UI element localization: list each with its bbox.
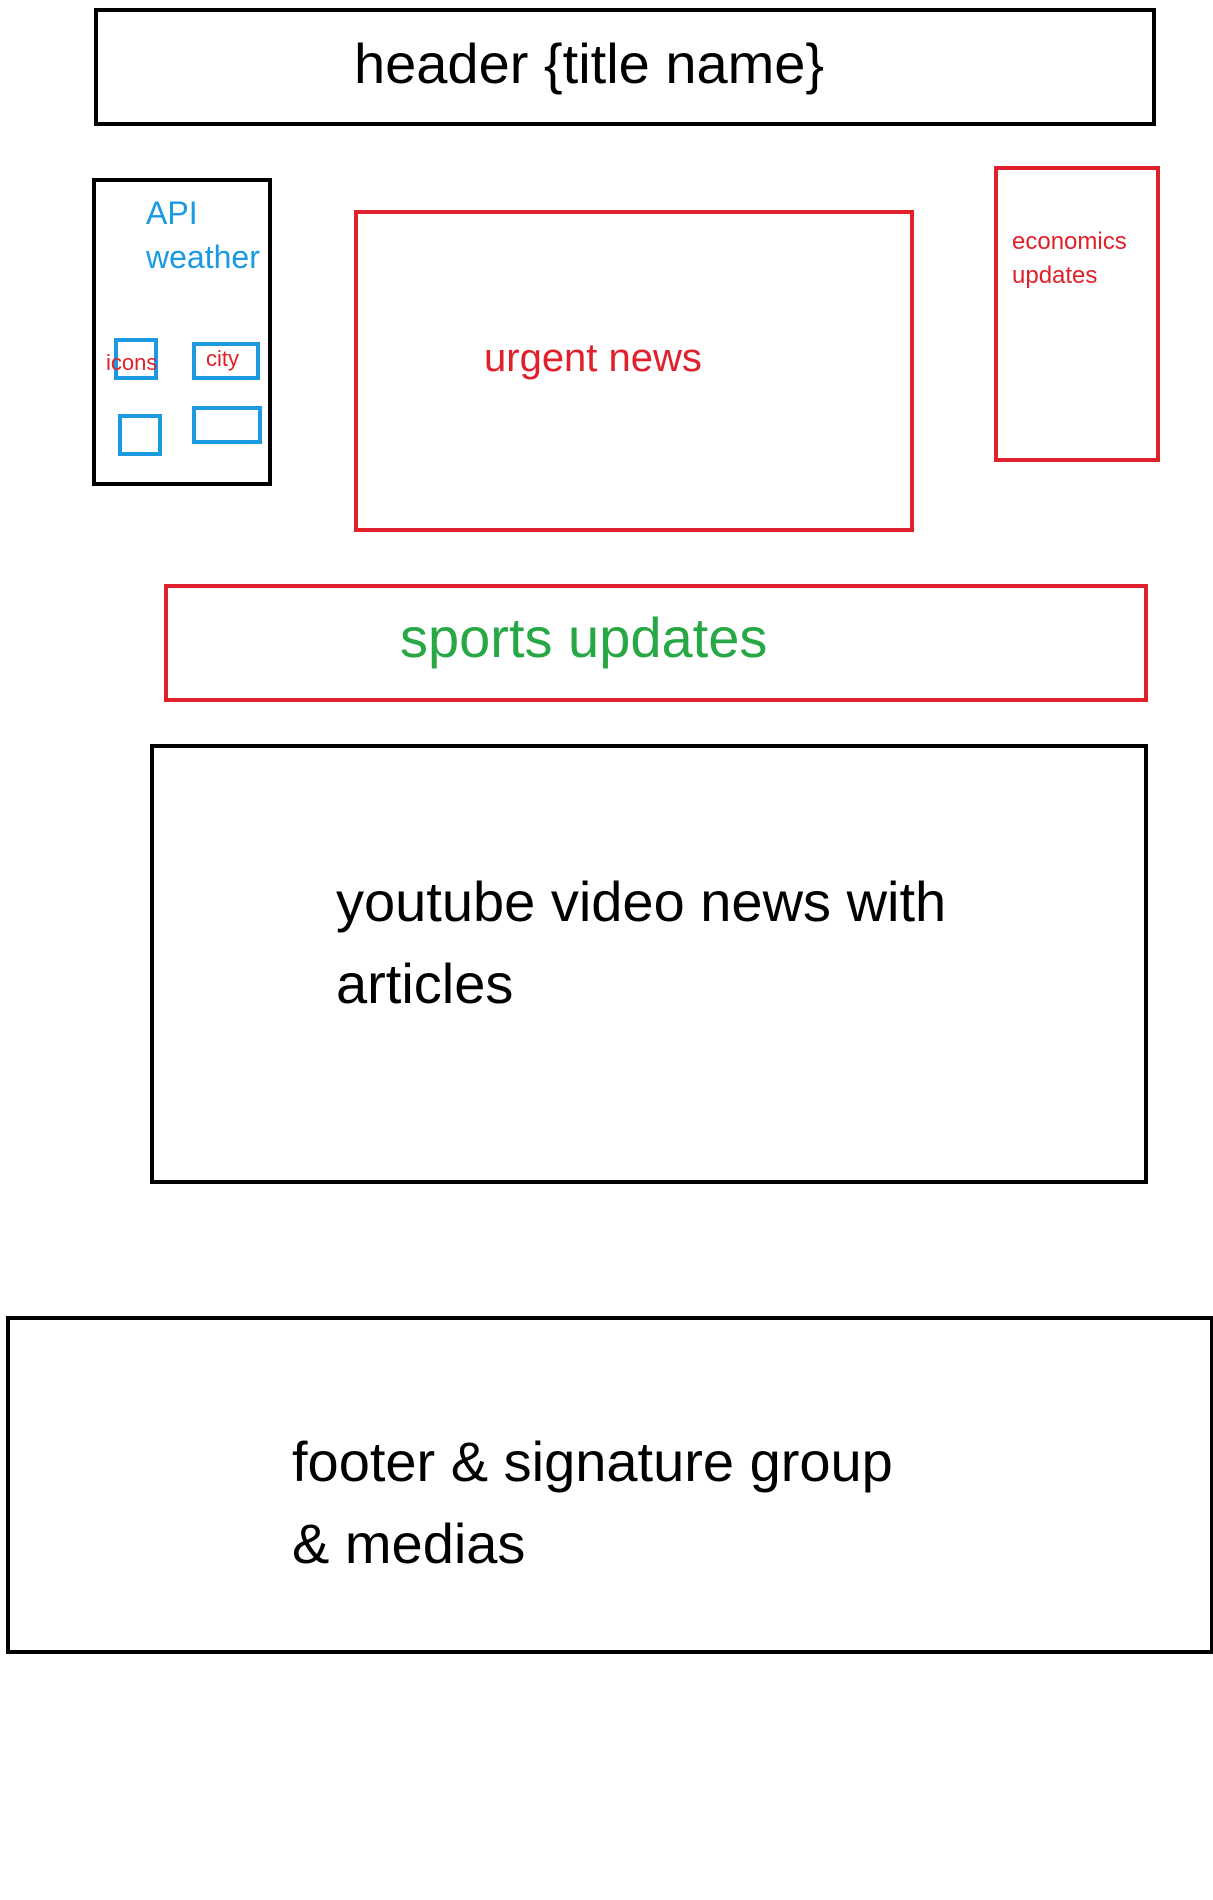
weather-icon-slot-bottom: [118, 414, 162, 456]
header-label: header {title name}: [354, 32, 825, 95]
youtube-news-box: [150, 744, 1148, 1184]
footer-label-line2: & medias: [292, 1512, 526, 1575]
footer-label-line1: footer & signature group: [292, 1430, 893, 1493]
weather-city-label: city: [206, 346, 239, 371]
economics-updates-box: [994, 166, 1160, 462]
weather-city-slot-bottom: [192, 406, 262, 444]
weather-label-line2: weather: [146, 239, 260, 275]
sports-updates-label: sports updates: [400, 606, 768, 669]
youtube-label-line1: youtube video news with: [336, 870, 947, 933]
youtube-label-line2: articles: [336, 952, 514, 1015]
weather-icons-label: icons: [106, 350, 158, 375]
economics-label-line2: updates: [1012, 262, 1098, 289]
urgent-news-label: urgent news: [484, 336, 702, 380]
economics-label-line1: economics: [1012, 228, 1127, 255]
weather-label-line1: API: [146, 195, 198, 231]
